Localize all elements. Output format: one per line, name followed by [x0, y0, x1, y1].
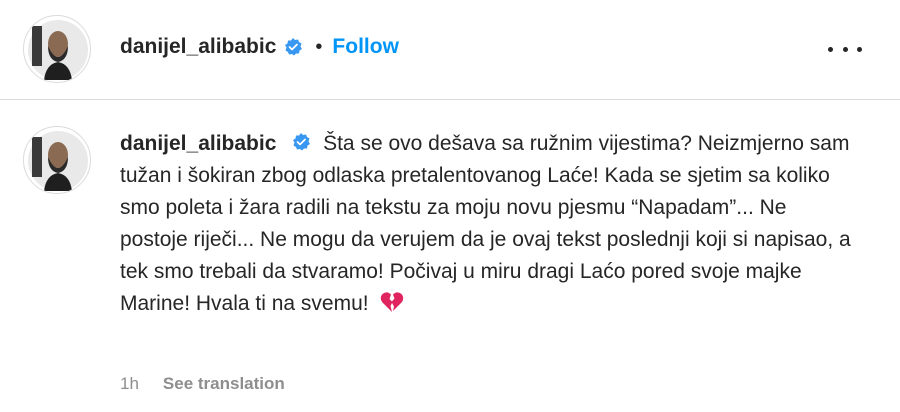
more-dot [857, 46, 862, 52]
header-user-row: danijel_alibabic • Follow [120, 35, 399, 59]
profile-photo [28, 131, 88, 191]
more-dot [842, 46, 848, 52]
follow-button[interactable]: Follow [332, 35, 399, 59]
post-header: danijel_alibabic • Follow [0, 0, 900, 100]
see-translation-link[interactable]: See translation [163, 374, 285, 394]
header-username[interactable]: danijel_alibabic [120, 35, 276, 59]
profile-photo [28, 20, 88, 80]
more-options-icon[interactable] [828, 36, 862, 62]
comment-body: danijel_alibabic Šta se ovo dešava sa ru… [120, 128, 860, 320]
separator-dot: • [315, 35, 323, 58]
avatar[interactable] [23, 15, 91, 83]
comment-time: 1h [120, 374, 139, 393]
verified-badge-icon [285, 38, 303, 56]
comment-text: Šta se ovo dešava sa ružnim vijestima? N… [120, 132, 851, 315]
more-dot [828, 46, 833, 52]
comment-meta: 1h See translation [120, 374, 285, 394]
comment-avatar[interactable] [23, 126, 91, 194]
comment-username[interactable]: danijel_alibabic [120, 132, 276, 155]
verified-badge-icon [293, 133, 311, 151]
broken-heart-icon [381, 292, 404, 313]
